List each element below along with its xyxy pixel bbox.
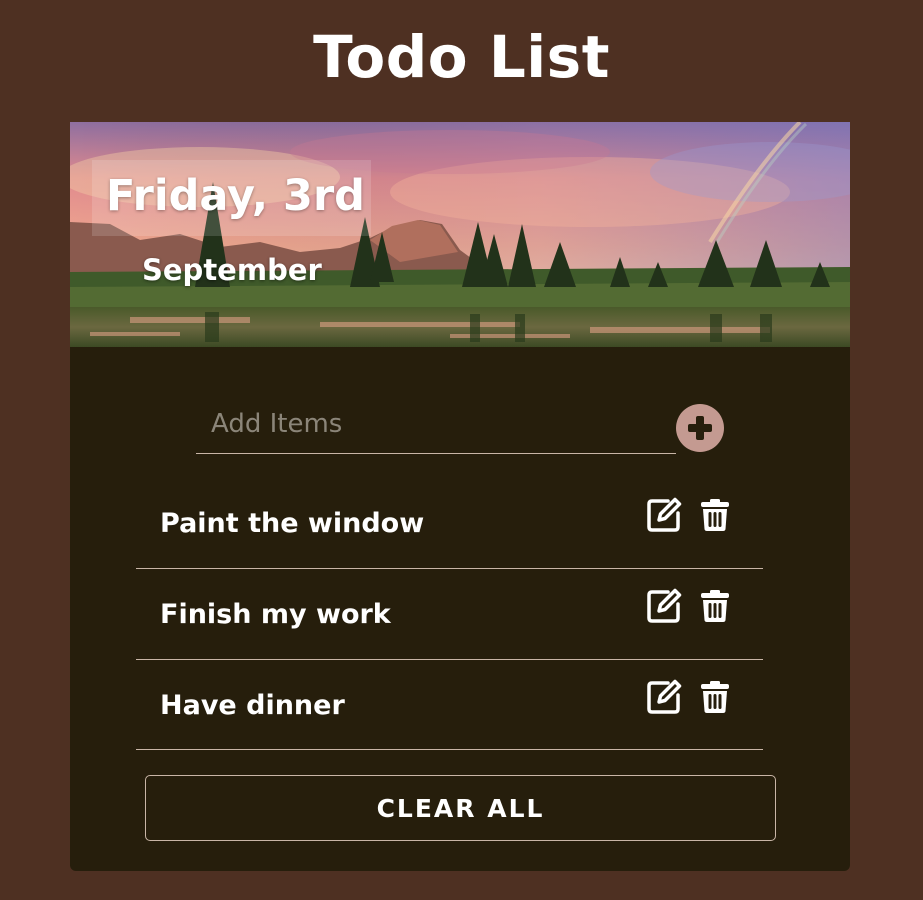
edit-button[interactable] [646,497,682,533]
delete-button[interactable] [697,679,733,715]
date-day: Friday, 3rd [106,171,365,221]
trash-icon [701,499,729,531]
page-title: Todo List [313,23,610,91]
edit-icon [647,497,682,532]
todo-card: Friday, 3rd September Paint the window [70,122,850,871]
add-item-input[interactable] [196,394,676,454]
todo-item: Paint the window [136,478,763,569]
add-item-button[interactable] [676,404,724,452]
add-item-row [196,394,727,454]
delete-button[interactable] [697,497,733,533]
date-banner: Friday, 3rd September [70,122,850,347]
edit-button[interactable] [646,679,682,715]
date-month: September [142,253,322,287]
edit-icon [647,679,682,714]
trash-icon [701,681,729,713]
todo-item: Finish my work [136,569,763,660]
todo-item: Have dinner [136,660,763,750]
edit-button[interactable] [646,588,682,624]
plus-icon [688,416,712,440]
todo-text: Have dinner [160,690,345,721]
trash-icon [701,590,729,622]
todo-text: Paint the window [160,508,425,539]
todo-text: Finish my work [160,599,391,630]
delete-button[interactable] [697,588,733,624]
edit-icon [647,588,682,623]
todo-list: Paint the window Finish my work Have din… [136,478,763,750]
clear-all-button[interactable]: CLEAR ALL [145,775,776,841]
